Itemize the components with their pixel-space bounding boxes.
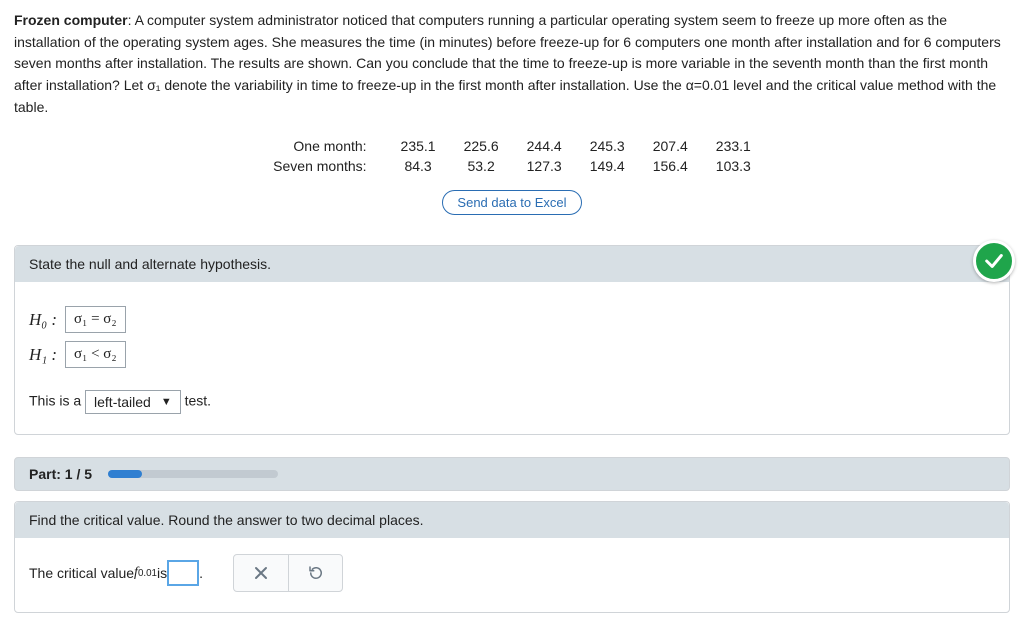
problem-statement: Frozen computer: A computer system admin… bbox=[14, 10, 1010, 118]
cell: 207.4 bbox=[639, 136, 702, 156]
tail-prefix: This is a bbox=[29, 393, 85, 409]
close-icon bbox=[253, 565, 269, 581]
f-subscript: 0.01 bbox=[138, 568, 157, 579]
tail-suffix: test. bbox=[185, 393, 211, 409]
cell: 244.4 bbox=[513, 136, 576, 156]
cell: 84.3 bbox=[387, 156, 450, 176]
crit-sentence-suffix: . bbox=[199, 565, 203, 581]
cell: 156.4 bbox=[639, 156, 702, 176]
problem-body: : A computer system administrator notice… bbox=[14, 12, 1001, 115]
cell: 127.3 bbox=[513, 156, 576, 176]
crit-sentence-prefix: The critical value bbox=[29, 565, 134, 581]
h1-value[interactable]: σ₁ < σ₂ bbox=[65, 341, 126, 368]
table-row: One month: 235.1 225.6 244.4 245.3 207.4… bbox=[259, 136, 765, 156]
cell: 245.3 bbox=[576, 136, 639, 156]
h1-label: H₁ : bbox=[29, 345, 59, 365]
tail-select[interactable]: left-tailed ▼ bbox=[85, 390, 181, 414]
h0-label: H₀ : bbox=[29, 310, 59, 330]
undo-icon bbox=[307, 564, 325, 582]
panel-header: Find the critical value. Round the answe… bbox=[15, 502, 1009, 538]
part-progress-bar: Part: 1 / 5 bbox=[14, 457, 1010, 491]
chevron-down-icon: ▼ bbox=[161, 396, 172, 408]
crit-sentence-mid: is bbox=[157, 565, 167, 581]
critical-value-input[interactable] bbox=[167, 560, 199, 586]
clear-button[interactable] bbox=[234, 555, 288, 591]
data-block: One month: 235.1 225.6 244.4 245.3 207.4… bbox=[14, 136, 1010, 215]
cell: 233.1 bbox=[702, 136, 765, 156]
h0-value[interactable]: σ₁ = σ₂ bbox=[65, 306, 126, 333]
row-label-1: One month: bbox=[259, 136, 386, 156]
critical-value-panel: Find the critical value. Round the answe… bbox=[14, 501, 1010, 613]
progress-track bbox=[108, 470, 278, 478]
data-table: One month: 235.1 225.6 244.4 245.3 207.4… bbox=[259, 136, 765, 176]
tail-select-value: left-tailed bbox=[94, 394, 151, 410]
problem-title: Frozen computer bbox=[14, 12, 128, 28]
part-label: Part: 1 / 5 bbox=[29, 466, 92, 482]
reset-button[interactable] bbox=[288, 555, 342, 591]
cell: 103.3 bbox=[702, 156, 765, 176]
hypothesis-panel: State the null and alternate hypothesis.… bbox=[14, 245, 1010, 435]
row-label-2: Seven months: bbox=[259, 156, 386, 176]
input-actions bbox=[233, 554, 343, 592]
cell: 53.2 bbox=[450, 156, 513, 176]
cell: 225.6 bbox=[450, 136, 513, 156]
panel-header: State the null and alternate hypothesis. bbox=[15, 246, 1009, 282]
table-row: Seven months: 84.3 53.2 127.3 149.4 156.… bbox=[259, 156, 765, 176]
cell: 149.4 bbox=[576, 156, 639, 176]
progress-fill bbox=[108, 470, 142, 478]
send-to-excel-button[interactable]: Send data to Excel bbox=[442, 190, 581, 215]
cell: 235.1 bbox=[387, 136, 450, 156]
